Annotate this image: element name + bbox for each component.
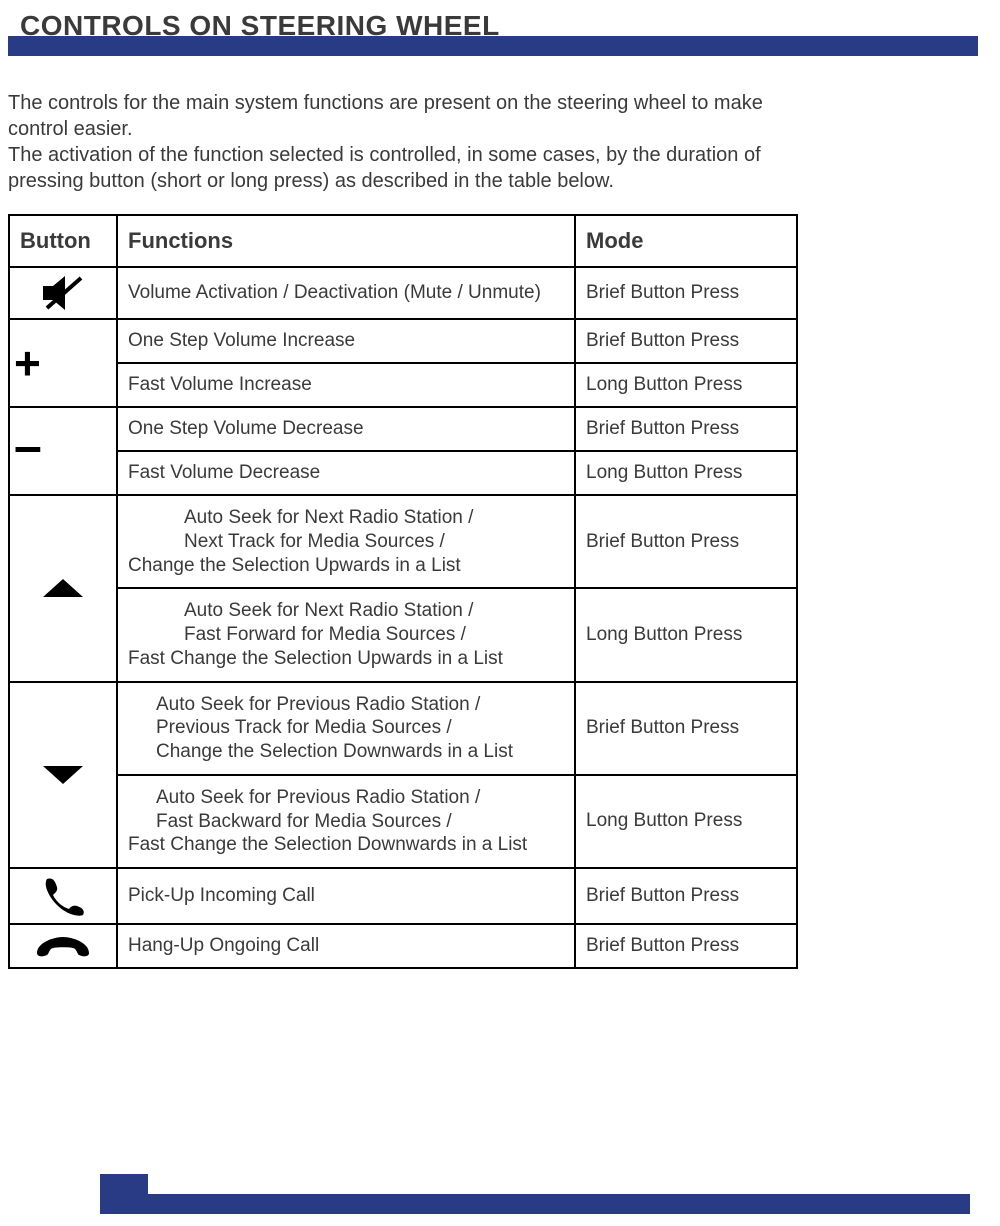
hangup-function: Hang-Up Ongoing Call xyxy=(117,924,575,968)
header-mode: Mode xyxy=(575,215,797,267)
down-brief-function: Auto Seek for Previous Radio Station / P… xyxy=(117,682,575,775)
table-row: Auto Seek for Next Radio Station / Next … xyxy=(9,495,797,588)
table-row: Auto Seek for Previous Radio Station / P… xyxy=(9,682,797,775)
controls-table: Button Functions Mode Volume Activation … xyxy=(8,214,798,969)
pickup-function: Pick-Up Incoming Call xyxy=(117,868,575,924)
footer-bar xyxy=(100,1194,970,1214)
plus-brief-mode: Brief Button Press xyxy=(575,319,797,363)
plus-brief-function: One Step Volume Increase xyxy=(117,319,575,363)
table-row: Auto Seek for Previous Radio Station / F… xyxy=(9,775,797,868)
intro-text: The controls for the main system functio… xyxy=(8,90,808,194)
intro-paragraph-1: The controls for the main system functio… xyxy=(8,92,763,140)
plus-icon: + xyxy=(9,319,117,407)
down-long-mode: Long Button Press xyxy=(575,775,797,868)
minus-long-function: Fast Volume Decrease xyxy=(117,451,575,495)
table-row: Fast Volume Decrease Long Button Press xyxy=(9,451,797,495)
minus-brief-mode: Brief Button Press xyxy=(575,407,797,451)
phone-hangup-icon xyxy=(9,924,117,968)
up-arrow-icon xyxy=(9,495,117,682)
mute-function: Volume Activation / Deactivation (Mute /… xyxy=(117,267,575,319)
header-button: Button xyxy=(9,215,117,267)
minus-long-mode: Long Button Press xyxy=(575,451,797,495)
page-title: CONTROLS ON STEERING WHEEL xyxy=(20,10,984,42)
up-brief-function: Auto Seek for Next Radio Station / Next … xyxy=(117,495,575,588)
plus-long-function: Fast Volume Increase xyxy=(117,363,575,407)
table-row: Fast Volume Increase Long Button Press xyxy=(9,363,797,407)
minus-icon: – xyxy=(9,407,117,495)
up-long-function: Auto Seek for Next Radio Station / Fast … xyxy=(117,588,575,681)
up-long-mode: Long Button Press xyxy=(575,588,797,681)
up-brief-mode: Brief Button Press xyxy=(575,495,797,588)
minus-brief-function: One Step Volume Decrease xyxy=(117,407,575,451)
table-row: Hang-Up Ongoing Call Brief Button Press xyxy=(9,924,797,968)
table-row: – One Step Volume Decrease Brief Button … xyxy=(9,407,797,451)
table-header-row: Button Functions Mode xyxy=(9,215,797,267)
table-row: + One Step Volume Increase Brief Button … xyxy=(9,319,797,363)
header-functions: Functions xyxy=(117,215,575,267)
mute-icon xyxy=(9,267,117,319)
table-row: Volume Activation / Deactivation (Mute /… xyxy=(9,267,797,319)
pickup-mode: Brief Button Press xyxy=(575,868,797,924)
plus-long-mode: Long Button Press xyxy=(575,363,797,407)
down-brief-mode: Brief Button Press xyxy=(575,682,797,775)
phone-pickup-icon xyxy=(9,868,117,924)
down-long-function: Auto Seek for Previous Radio Station / F… xyxy=(117,775,575,868)
footer-square xyxy=(100,1174,148,1214)
hangup-mode: Brief Button Press xyxy=(575,924,797,968)
mute-mode: Brief Button Press xyxy=(575,267,797,319)
intro-paragraph-2: The activation of the function selected … xyxy=(8,144,761,192)
table-row: Auto Seek for Next Radio Station / Fast … xyxy=(9,588,797,681)
title-section: CONTROLS ON STEERING WHEEL xyxy=(8,0,984,42)
down-arrow-icon xyxy=(9,682,117,869)
table-row: Pick-Up Incoming Call Brief Button Press xyxy=(9,868,797,924)
